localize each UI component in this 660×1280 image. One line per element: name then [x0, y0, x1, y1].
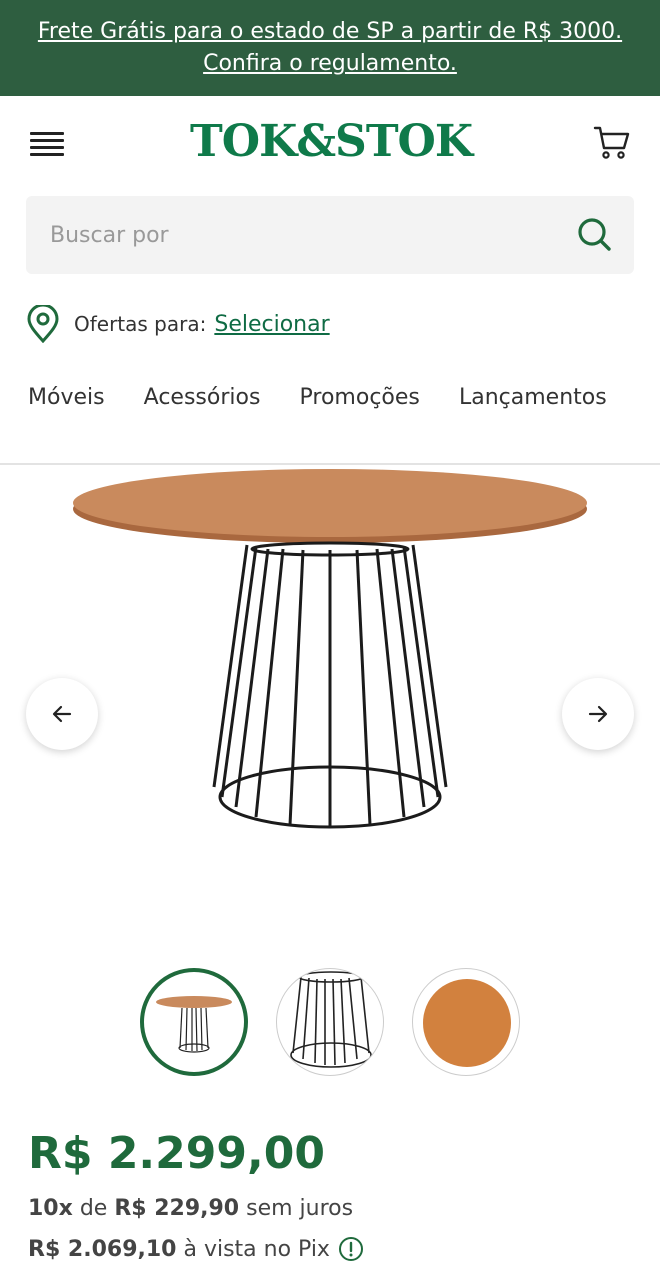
nav-item-promocoes[interactable]: Promoções: [300, 372, 420, 424]
thumbnail-top[interactable]: [412, 968, 520, 1076]
pix-suffix: à vista no Pix: [183, 1236, 330, 1262]
nav-item-acessorios[interactable]: Acessórios: [144, 372, 261, 424]
arrow-left-icon: [52, 705, 72, 723]
thumbnail-base[interactable]: [276, 968, 384, 1076]
offers-label: Ofertas para:: [74, 312, 207, 336]
installments-suffix: sem juros: [246, 1196, 354, 1221]
pix-price: R$ 2.069,10 à vista no Pix: [28, 1236, 364, 1262]
category-nav: Móveis Acessórios Promoções Lançamentos: [0, 372, 634, 432]
gallery-next-button[interactable]: [562, 678, 634, 750]
info-icon[interactable]: [338, 1236, 364, 1262]
brand-logo[interactable]: TOK&STOK: [190, 114, 473, 170]
thumbnail-table[interactable]: [140, 968, 248, 1076]
promo-banner-line1[interactable]: Frete Grátis para o estado de SP a parti…: [0, 16, 660, 48]
installments-text: 10x de R$ 229,90 sem juros: [28, 1196, 353, 1221]
select-location-link[interactable]: Selecionar: [214, 312, 329, 337]
location-pin-icon: [27, 305, 59, 343]
search-input[interactable]: [50, 196, 550, 274]
installments-count: 10x: [28, 1196, 73, 1221]
promo-banner[interactable]: Frete Grátis para o estado de SP a parti…: [0, 0, 660, 96]
shopping-cart-icon[interactable]: [592, 122, 632, 162]
pix-value: R$ 2.069,10: [28, 1236, 177, 1262]
product-price: R$ 2.299,00: [28, 1128, 325, 1179]
site-header: TOK&STOK: [0, 96, 660, 192]
nav-item-lancamentos[interactable]: Lançamentos: [459, 372, 607, 424]
installments-de: de: [79, 1196, 108, 1221]
product-gallery: [0, 465, 660, 955]
search-icon[interactable]: [576, 216, 612, 252]
promo-banner-line2[interactable]: Confira o regulamento.: [0, 48, 660, 80]
nav-item-moveis[interactable]: Móveis: [28, 372, 105, 424]
thumbnail-strip: [0, 968, 660, 1078]
arrow-right-icon: [588, 705, 608, 723]
hamburger-menu-icon[interactable]: [30, 132, 64, 156]
installments-value: R$ 229,90: [114, 1196, 240, 1221]
location-selector: Ofertas para: Selecionar: [26, 302, 330, 346]
search-bar: [26, 196, 634, 274]
gallery-prev-button[interactable]: [26, 678, 98, 750]
product-main-image[interactable]: [0, 465, 660, 955]
